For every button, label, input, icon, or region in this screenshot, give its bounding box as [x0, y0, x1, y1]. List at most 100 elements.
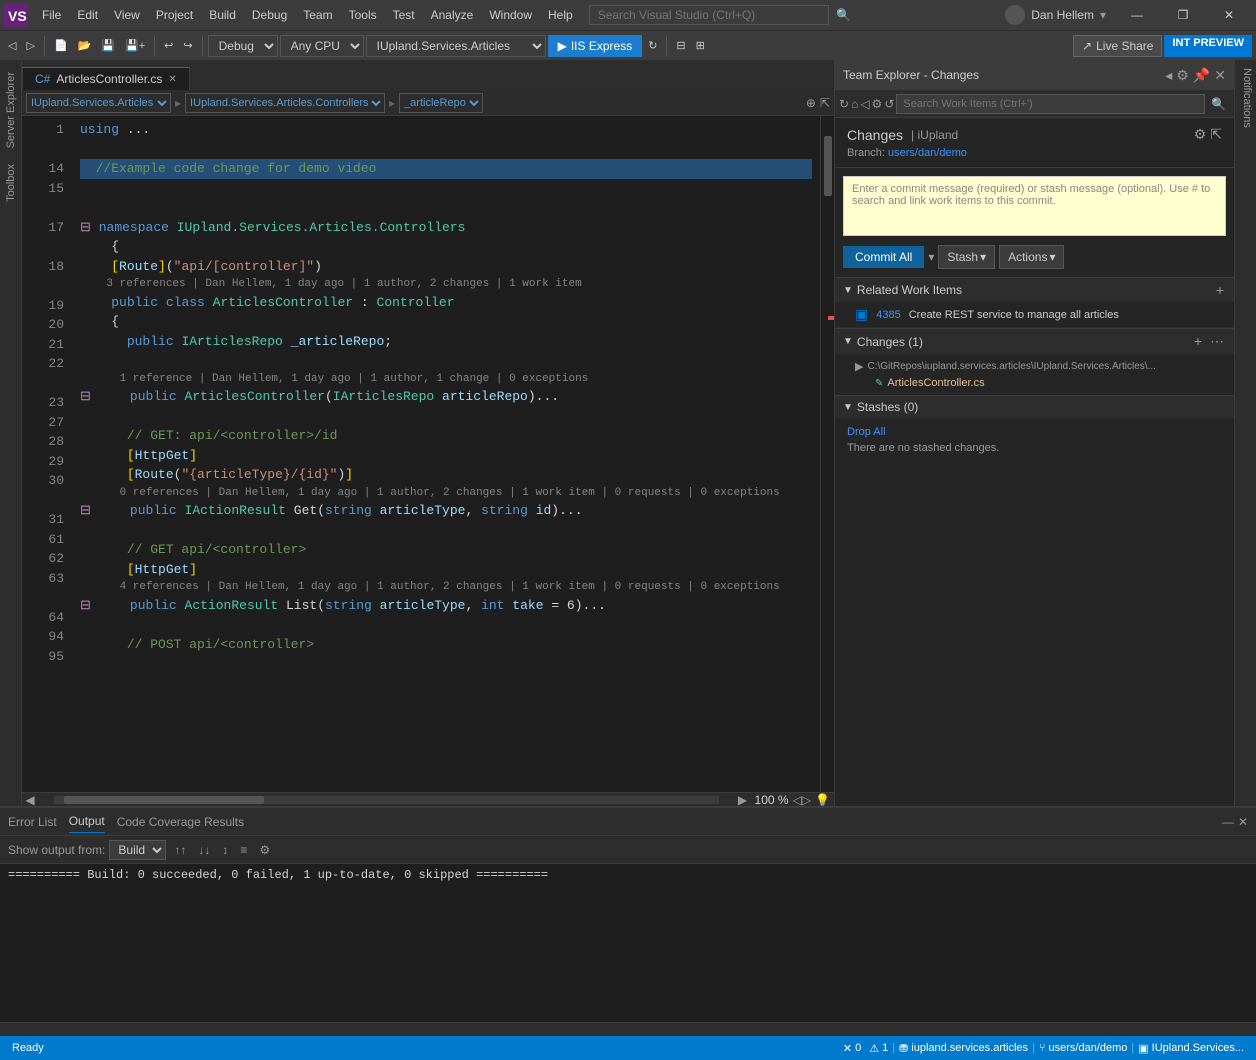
open-btn[interactable]: 📂: [74, 37, 96, 54]
panel-close-icon[interactable]: ✕: [1238, 815, 1248, 829]
output-tab[interactable]: Output: [69, 810, 105, 833]
stash-button[interactable]: Stash ▾: [938, 245, 995, 269]
te-pin-icon[interactable]: 📌: [1193, 67, 1210, 84]
live-share-button[interactable]: ↗ Live Share: [1073, 35, 1162, 57]
file-item[interactable]: ✎ ArticlesController.cs: [855, 375, 1226, 391]
h-scroll-right[interactable]: ▶: [735, 793, 751, 807]
status-branch[interactable]: ⑂ users/dan/demo: [1035, 1042, 1132, 1054]
output-h-scrollbar[interactable]: [0, 1022, 1256, 1036]
int-preview-button[interactable]: INT PREVIEW: [1164, 35, 1252, 57]
server-explorer-tab[interactable]: Server Explorer: [2, 64, 20, 156]
undo-btn[interactable]: ↩: [160, 37, 177, 54]
output-filter-btn[interactable]: ≡: [236, 841, 251, 859]
new-file-btn[interactable]: 📄: [50, 37, 72, 54]
output-content: ========== Build: 0 succeeded, 0 failed,…: [0, 864, 1242, 1022]
add-work-item-btn[interactable]: +: [1214, 282, 1226, 298]
menu-tools[interactable]: Tools: [341, 4, 385, 26]
output-source-dropdown[interactable]: Build: [109, 840, 166, 860]
te-sync-icon[interactable]: ↺: [884, 97, 894, 111]
nav-breadcrumb-3[interactable]: _articleRepo: [399, 93, 483, 113]
menu-build[interactable]: Build: [201, 4, 244, 26]
nav-breadcrumb-1[interactable]: IUpland.Services.Articles: [26, 93, 171, 113]
close-button[interactable]: ✕: [1206, 0, 1252, 30]
menu-help[interactable]: Help: [540, 4, 581, 26]
editor-v-scrollbar[interactable]: [820, 116, 834, 792]
output-clear-btn[interactable]: ↑↑: [170, 841, 190, 859]
branch-name[interactable]: users/dan/demo: [888, 147, 967, 159]
status-ready[interactable]: Ready: [8, 1042, 48, 1054]
toolbox-tab[interactable]: Toolbox: [2, 156, 20, 210]
debug-config-dropdown[interactable]: Debug: [208, 35, 278, 57]
drop-all-button[interactable]: Drop All: [847, 426, 1222, 438]
notifications-tab[interactable]: Notifications: [1235, 60, 1256, 136]
stashes-section[interactable]: ▼ Stashes (0): [835, 395, 1234, 418]
platform-dropdown[interactable]: Any CPU: [280, 35, 364, 57]
menu-file[interactable]: File: [34, 4, 69, 26]
code-coverage-tab[interactable]: Code Coverage Results: [117, 811, 244, 833]
output-settings-btn[interactable]: ⚙: [255, 841, 274, 859]
panel-minimize-icon[interactable]: —: [1222, 815, 1234, 829]
minimize-button[interactable]: —: [1114, 0, 1160, 30]
save-all-btn[interactable]: 💾+: [121, 37, 149, 54]
status-project[interactable]: ⛃ iupland.services.articles: [895, 1042, 1032, 1055]
code-content[interactable]: 1 14 15 17 18 19 20 21 22: [22, 116, 820, 792]
expand-btn[interactable]: ⇱: [820, 96, 830, 110]
output-wrap-btn[interactable]: ↕: [218, 841, 232, 859]
status-solution[interactable]: ▣ IUpland.Services...: [1134, 1042, 1248, 1055]
maximize-button[interactable]: ❐: [1160, 0, 1206, 30]
menu-project[interactable]: Project: [148, 4, 201, 26]
save-btn[interactable]: 💾: [97, 37, 119, 54]
error-list-tab[interactable]: Error List: [8, 811, 57, 833]
commit-dropdown-icon[interactable]: ▾: [928, 250, 934, 264]
menu-view[interactable]: View: [106, 4, 148, 26]
h-scroll-left[interactable]: ◀: [22, 793, 38, 807]
related-work-items-section[interactable]: ▼ Related Work Items +: [835, 277, 1234, 302]
work-item-id[interactable]: 4385: [876, 309, 900, 321]
more-changes-btn[interactable]: ⋯: [1208, 333, 1226, 350]
layout-btn[interactable]: ⊞: [692, 37, 709, 54]
menu-analyze[interactable]: Analyze: [423, 4, 482, 26]
redo-btn[interactable]: ↪: [179, 37, 196, 54]
menu-search-input[interactable]: [589, 5, 829, 25]
editor-nav: IUpland.Services.Articles ▸ IUpland.Serv…: [22, 90, 834, 116]
nav-breadcrumb-2[interactable]: IUpland.Services.Articles.Controllers.Ar…: [185, 93, 385, 113]
changes-expand-icon[interactable]: ⇱: [1210, 126, 1222, 143]
menu-edit[interactable]: Edit: [69, 4, 106, 26]
changes-settings-icon[interactable]: ⚙: [1194, 126, 1207, 143]
editor-h-scrollbar[interactable]: ◀ ▶ 100 % ◁▷ 💡: [22, 792, 834, 806]
te-back-icon[interactable]: ◁: [860, 97, 869, 111]
project-dropdown[interactable]: IUpland.Services.Articles: [366, 35, 546, 57]
add-change-btn[interactable]: +: [1192, 333, 1204, 350]
actions-button[interactable]: Actions ▾: [999, 245, 1064, 269]
te-nav-icon[interactable]: ◂: [1165, 67, 1172, 84]
te-search-icon[interactable]: 🔍: [1207, 95, 1230, 113]
filter-btn[interactable]: ⊟: [672, 37, 689, 54]
commit-all-button[interactable]: Commit All: [843, 246, 924, 268]
menu-team[interactable]: Team: [295, 4, 340, 26]
changes-section[interactable]: ▼ Changes (1) + ⋯: [835, 328, 1234, 354]
commit-message-input[interactable]: [843, 176, 1226, 236]
fwd-btn[interactable]: ▷: [22, 37, 38, 54]
output-v-scrollbar[interactable]: [1242, 864, 1256, 1022]
editor-tab-active[interactable]: C# ArticlesController.cs ✕: [22, 67, 190, 90]
te-home-icon[interactable]: ⌂: [851, 97, 858, 111]
status-warnings[interactable]: ⚠ 1: [865, 1042, 892, 1055]
run-button[interactable]: ▶ IIS Express: [548, 35, 643, 57]
te-close-icon[interactable]: ✕: [1214, 67, 1226, 84]
te-search-input[interactable]: [896, 94, 1205, 114]
file-folder[interactable]: ▶ C:\GitRepos\iupland.services.articles\…: [855, 358, 1226, 375]
user-dropdown-icon[interactable]: ▾: [1100, 8, 1106, 22]
back-btn[interactable]: ◁: [4, 37, 20, 54]
add-line-btn[interactable]: ⊕: [806, 96, 816, 110]
menu-window[interactable]: Window: [481, 4, 540, 26]
te-settings-icon[interactable]: ⚙: [1176, 67, 1189, 84]
output-find-btn[interactable]: ↓↓: [194, 841, 214, 859]
menu-debug[interactable]: Debug: [244, 4, 295, 26]
restart-btn[interactable]: ↻: [644, 37, 661, 54]
menu-test[interactable]: Test: [385, 4, 423, 26]
tab-close-icon[interactable]: ✕: [168, 74, 176, 85]
lightbulb-icon[interactable]: 💡: [815, 793, 830, 807]
status-errors[interactable]: ✕ 0: [839, 1042, 865, 1055]
te-settings2-icon[interactable]: ⚙: [872, 97, 883, 111]
te-refresh-icon[interactable]: ↻: [839, 97, 849, 111]
